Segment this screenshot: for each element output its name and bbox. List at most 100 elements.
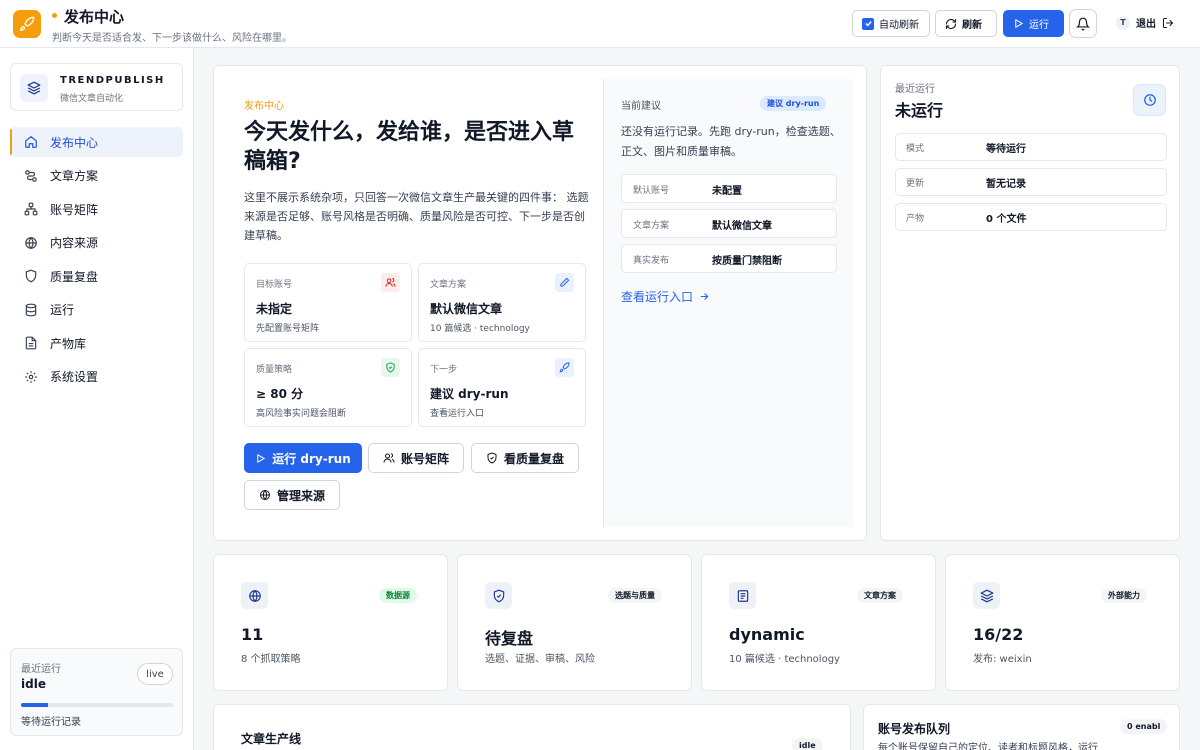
route-icon bbox=[25, 169, 37, 182]
refresh-icon bbox=[945, 18, 957, 29]
clock-icon[interactable] bbox=[1133, 84, 1166, 116]
card-sub: 查看运行入口 bbox=[430, 409, 485, 419]
quality-review-button[interactable]: 看质量复盘 bbox=[471, 443, 579, 473]
manage-sources-button[interactable]: 管理来源 bbox=[244, 480, 340, 510]
button-label: 管理来源 bbox=[276, 488, 325, 503]
run-status-value: idle bbox=[21, 677, 46, 691]
shield-check-icon bbox=[485, 582, 512, 609]
sidebar-item-article-plans[interactable]: 文章方案 bbox=[10, 161, 183, 191]
newspaper-icon bbox=[729, 582, 756, 609]
brand-block[interactable]: TRENDPUBLISH 微信文章自动化 bbox=[10, 63, 183, 111]
stat-sub: 10 篇候选 · technology bbox=[729, 654, 840, 665]
stat-value: 待复盘 bbox=[485, 629, 534, 648]
users-icon bbox=[383, 453, 395, 463]
target-account-card[interactable]: 目标账号 未指定 先配置账号矩阵 bbox=[244, 263, 412, 342]
sidebar-item-settings[interactable]: 系统设置 bbox=[10, 362, 183, 392]
recent-run-value: 未运行 bbox=[895, 101, 944, 120]
avatar[interactable]: T bbox=[1116, 15, 1130, 30]
row-value: 未配置 bbox=[712, 186, 742, 197]
next-step-card[interactable]: 下一步 建议 dry-run 查看运行入口 bbox=[418, 348, 586, 427]
layers-icon bbox=[20, 74, 48, 102]
card-sub: 先配置账号矩阵 bbox=[256, 324, 320, 334]
button-label: 运行 dry-run bbox=[272, 451, 351, 466]
sidebar-item-quality-review[interactable]: 质量复盘 bbox=[10, 261, 183, 291]
run-progress-bar bbox=[21, 703, 173, 707]
sidebar-item-label: 质量复盘 bbox=[50, 269, 99, 284]
file-icon bbox=[25, 336, 37, 350]
account-matrix-button[interactable]: 账号矩阵 bbox=[368, 443, 464, 473]
stat-badge: 文章方案 bbox=[857, 588, 903, 603]
logout-icon[interactable] bbox=[1162, 17, 1174, 29]
run-dry-run-button[interactable]: 运行 dry-run bbox=[244, 443, 362, 473]
card-value: ≥ 80 分 bbox=[256, 387, 304, 401]
refresh-button[interactable]: 刷新 bbox=[935, 10, 997, 37]
globe-icon bbox=[25, 236, 37, 249]
row-value: 默认微信文章 bbox=[712, 221, 772, 232]
stat-card-sources[interactable]: 数据源 11 8 个抓取策略 bbox=[213, 554, 448, 691]
network-icon bbox=[24, 202, 38, 216]
checkbox-checked-icon[interactable] bbox=[862, 17, 874, 30]
logout-label[interactable]: 退出 bbox=[1136, 15, 1156, 30]
suggestion-title: 当前建议 bbox=[621, 101, 661, 112]
sidebar-item-label: 运行 bbox=[50, 303, 75, 317]
brand-subtitle: 微信文章自动化 bbox=[60, 94, 124, 104]
link-label[interactable]: 查看运行入口 bbox=[621, 288, 693, 305]
hero-eyebrow: 发布中心 bbox=[244, 101, 284, 112]
brand-name: TRENDPUBLISH bbox=[60, 75, 165, 86]
quality-policy-card[interactable]: 质量策略 ≥ 80 分 高风险事实问题会阻断 bbox=[244, 348, 412, 427]
production-line-title: 文章生产线 bbox=[241, 732, 302, 746]
suggestion-row: 文章方案 默认微信文章 bbox=[621, 209, 837, 238]
row-key: 文章方案 bbox=[633, 221, 670, 231]
notifications-button[interactable] bbox=[1069, 9, 1097, 38]
stat-card-quality[interactable]: 选题与质量 待复盘 选题、证据、审稿、风险 bbox=[457, 554, 692, 691]
stat-card-external[interactable]: 外部能力 16/22 发布: weixin bbox=[945, 554, 1180, 691]
publish-hero-card: 发布中心 今天发什么，发给谁，是否进入草稿箱? 这里不展示系统杂项，只回答一次微… bbox=[213, 65, 867, 541]
hero-title: 今天发什么，发给谁，是否进入草稿箱? bbox=[244, 120, 575, 174]
user-menu[interactable]: T 退出 bbox=[1116, 15, 1174, 30]
sidebar-item-publish-center[interactable]: 发布中心 bbox=[10, 127, 183, 157]
card-key: 质量策略 bbox=[256, 365, 293, 375]
shield-check-icon bbox=[381, 358, 400, 377]
gear-icon bbox=[25, 370, 37, 383]
status-dot bbox=[52, 13, 57, 18]
suggestion-row: 默认账号 未配置 bbox=[621, 174, 837, 203]
stat-value: 11 bbox=[241, 625, 264, 644]
sidebar-item-account-matrix[interactable]: 账号矩阵 bbox=[10, 194, 183, 224]
run-button[interactable]: 运行 bbox=[1003, 10, 1064, 37]
sidebar-item-label: 文章方案 bbox=[50, 169, 99, 183]
sidebar-item-label: 内容来源 bbox=[50, 236, 99, 250]
run-label: 运行 bbox=[1029, 20, 1049, 31]
live-badge: live bbox=[137, 663, 173, 685]
suggestion-row: 真实发布 按质量门禁阻断 bbox=[621, 244, 837, 273]
article-plan-card[interactable]: 文章方案 默认微信文章 10 篇候选 · technology bbox=[418, 263, 586, 342]
page-title: 发布中心 bbox=[64, 8, 125, 26]
card-key: 文章方案 bbox=[430, 280, 467, 290]
rocket-logo-icon bbox=[13, 10, 41, 38]
recent-run-row: 模式 等待运行 bbox=[895, 133, 1167, 161]
sidebar-nav: 发布中心 文章方案 账号矩阵 内容来源 质量复盘 运行 产物库 系统设置 bbox=[10, 127, 183, 395]
recent-run-row: 更新 暂无记录 bbox=[895, 168, 1167, 196]
account-queue-badge: 0 enabl bbox=[1120, 719, 1168, 734]
pencil-icon bbox=[555, 273, 574, 292]
stat-badge: 选题与质量 bbox=[608, 588, 662, 603]
arrow-right-icon[interactable] bbox=[699, 291, 710, 302]
shield-check-icon bbox=[487, 452, 497, 464]
row-key: 产物 bbox=[906, 214, 925, 224]
sidebar-item-artifacts[interactable]: 产物库 bbox=[10, 328, 183, 358]
view-run-entry-link[interactable]: 查看运行入口 bbox=[621, 288, 710, 305]
play-icon bbox=[257, 453, 266, 463]
run-progress-fill bbox=[21, 703, 49, 707]
auto-refresh-label: 自动刷新 bbox=[879, 20, 919, 31]
stat-card-article-plan[interactable]: 文章方案 dynamic 10 篇候选 · technology bbox=[701, 554, 936, 691]
button-label: 账号矩阵 bbox=[400, 451, 449, 466]
play-icon bbox=[1015, 18, 1024, 29]
card-value: 建议 dry-run bbox=[430, 387, 509, 401]
stat-sub: 8 个抓取策略 bbox=[241, 654, 301, 665]
row-key: 默认账号 bbox=[633, 186, 670, 196]
auto-refresh-toggle[interactable]: 自动刷新 bbox=[852, 10, 930, 37]
sidebar-item-runs[interactable]: 运行 bbox=[10, 295, 183, 325]
sidebar-item-content-sources[interactable]: 内容来源 bbox=[10, 228, 183, 258]
hero-description: 这里不展示系统杂项，只回答一次微信文章生产最关键的四件事： 选题来源是否足够、账… bbox=[244, 191, 589, 242]
account-queue-title: 账号发布队列 bbox=[878, 722, 951, 736]
recent-run-label: 最近运行 bbox=[895, 84, 935, 95]
